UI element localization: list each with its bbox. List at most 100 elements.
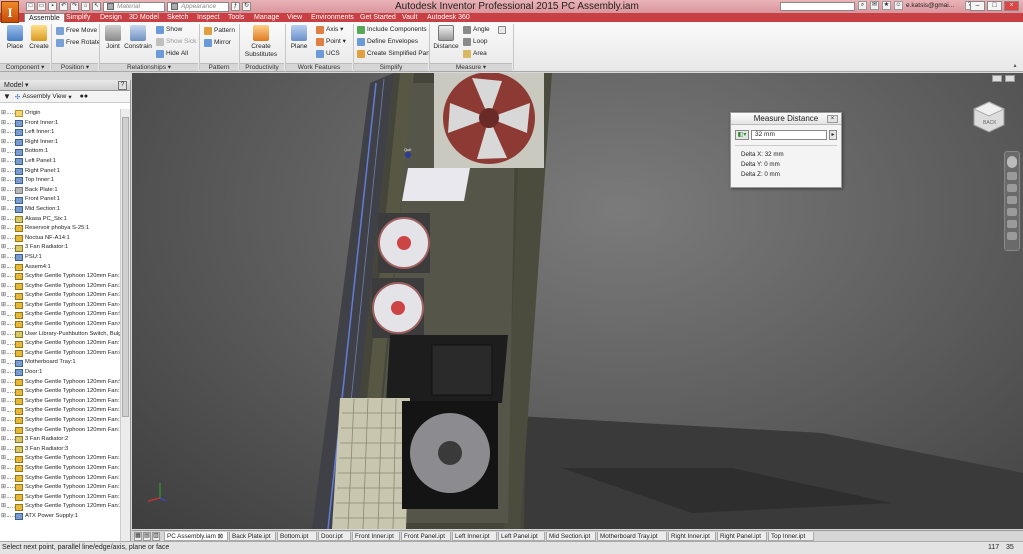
browser-tree-item[interactable]: ⊞ Back Plate:1 bbox=[0, 186, 120, 196]
free-move-button[interactable]: Free Move bbox=[56, 26, 97, 35]
doc-tab-right-panel[interactable]: Right Panel.ipt bbox=[717, 532, 767, 541]
place-button[interactable]: Place bbox=[4, 25, 26, 51]
filter-icon[interactable]: ▼ bbox=[3, 92, 11, 101]
material-dropdown[interactable]: Material bbox=[103, 1, 165, 12]
user-icon[interactable]: ☺ bbox=[894, 1, 903, 10]
browser-tree-item[interactable]: ⊞ Scythe Gentle Typhoon 120mm Fan:5 bbox=[0, 310, 120, 320]
constrain-button[interactable]: Constrain bbox=[124, 25, 152, 51]
browser-tree-item[interactable]: ⊞ 3 Fan Radiator:3 bbox=[0, 445, 120, 455]
expand-icon[interactable]: ⊞ bbox=[0, 368, 7, 378]
expand-icon[interactable]: ⊞ bbox=[0, 339, 7, 349]
ribbon-minimize-icon[interactable]: ▴ bbox=[1010, 62, 1020, 70]
show-sick-button[interactable]: Show Sick bbox=[156, 37, 196, 46]
update-icon[interactable]: ↻ bbox=[242, 2, 251, 11]
doc-tab-door[interactable]: Door.ipt bbox=[318, 532, 351, 541]
browser-tree-item[interactable]: ⊞ Scythe Gentle Typhoon 120mm Fan:1 bbox=[0, 474, 120, 484]
expand-icon[interactable]: ⊞ bbox=[0, 147, 7, 157]
appearance-dropdown[interactable]: Appearance bbox=[167, 1, 229, 12]
inventor-logo-icon[interactable]: I bbox=[1, 1, 19, 23]
browser-tree-item[interactable]: ⊞ Scythe Gentle Typhoon 120mm Fan:2 bbox=[0, 502, 120, 512]
home-icon[interactable]: ⌂ bbox=[81, 2, 90, 11]
expand-icon[interactable]: ⊞ bbox=[0, 416, 7, 426]
expand-icon[interactable]: ⊞ bbox=[0, 330, 7, 340]
expand-icon[interactable]: ⊞ bbox=[0, 483, 7, 493]
bottom-grille[interactable] bbox=[332, 398, 410, 529]
expand-icon[interactable]: ⊞ bbox=[0, 358, 7, 368]
expand-icon[interactable]: ⊞ bbox=[0, 243, 7, 253]
hide-all-button[interactable]: Hide All bbox=[156, 49, 188, 58]
axis-button[interactable]: Axis ▾ bbox=[316, 25, 343, 34]
doc-tab-right-inner[interactable]: Right Inner.ipt bbox=[668, 532, 716, 541]
browser-tree-item[interactable]: ⊞ Scythe Gentle Typhoon 120mm Fan:2 bbox=[0, 282, 120, 292]
measure-expand-arrow-icon[interactable]: ▸ bbox=[829, 130, 837, 140]
mirror-button[interactable]: Mirror bbox=[204, 38, 231, 47]
expand-icon[interactable]: ⊞ bbox=[0, 253, 7, 263]
expand-icon[interactable]: ⊞ bbox=[0, 445, 7, 455]
communication-center-icon[interactable]: ✉ bbox=[870, 1, 879, 10]
browser-tree-item[interactable]: ⊞ Top Inner:1 bbox=[0, 176, 120, 186]
browser-tree-item[interactable]: ⊞ Scythe Gentle Typhoon 120mm Fan:1 bbox=[0, 416, 120, 426]
browser-tree-item[interactable]: ⊞ Akasa PC_Six:1 bbox=[0, 215, 120, 225]
measure-panel-title[interactable]: Measure ▾ bbox=[430, 63, 512, 71]
measure-value-field[interactable]: 32 mm bbox=[751, 130, 827, 140]
browser-tree-item[interactable]: ⊞ Door:1 bbox=[0, 368, 120, 378]
browser-tree-item[interactable]: ⊞ PSU:1 bbox=[0, 253, 120, 263]
browser-tree-item[interactable]: ⊞ Scythe Gentle Typhoon 120mm Fan:4 bbox=[0, 301, 120, 311]
search-icon[interactable]: ⌕ bbox=[858, 1, 867, 10]
doc-tab-front-inner[interactable]: Front Inner.ipt bbox=[352, 532, 400, 541]
expand-icon[interactable]: ⊞ bbox=[0, 186, 7, 196]
expand-icon[interactable]: ⊞ bbox=[0, 272, 7, 282]
browser-tree-item[interactable]: ⊞ Reservoir phobya S-25:1 bbox=[0, 224, 120, 234]
expand-icon[interactable]: ⊞ bbox=[0, 119, 7, 129]
pan-icon[interactable] bbox=[1007, 172, 1017, 180]
measure-dialog-title[interactable]: Measure Distance bbox=[731, 113, 841, 125]
maximize-button[interactable]: □ bbox=[987, 1, 1002, 11]
expand-icon[interactable]: ⊞ bbox=[0, 435, 7, 445]
browser-tree-item[interactable]: ⊞ Scythe Gentle Typhoon 120mm Fan:1 bbox=[0, 464, 120, 474]
expand-icon[interactable]: ⊞ bbox=[0, 234, 7, 244]
browser-tree-item[interactable]: ⊞ Assem4:1 bbox=[0, 263, 120, 273]
browser-tree-item[interactable]: ⊞ Front Panel:1 bbox=[0, 195, 120, 205]
expand-icon[interactable]: ⊞ bbox=[0, 310, 7, 320]
productivity-panel-title[interactable]: Productivity bbox=[240, 63, 284, 71]
browser-tree-item[interactable]: ⊞ Scythe Gentle Typhoon 120mm Fan:1 bbox=[0, 397, 120, 407]
redo-icon[interactable]: ↷ bbox=[70, 2, 79, 11]
tab-get-started[interactable]: Get Started bbox=[360, 13, 396, 22]
browser-tree-item[interactable]: ⊞ Scythe Gentle Typhoon 120mm Fan:7 bbox=[0, 339, 120, 349]
show-button[interactable]: Show bbox=[156, 25, 182, 34]
expand-icon[interactable]: ⊞ bbox=[0, 215, 7, 225]
expand-icon[interactable]: ⊞ bbox=[0, 426, 7, 436]
new-icon[interactable]: □ bbox=[26, 2, 35, 11]
find-binoculars-icon[interactable]: ●● bbox=[80, 93, 88, 100]
include-components-button[interactable]: Include Components bbox=[357, 25, 427, 34]
browser-tree-item[interactable]: ⊞ Left Panel:1 bbox=[0, 157, 120, 167]
motherboard-tray[interactable] bbox=[402, 168, 470, 201]
create-simplified-part-button[interactable]: Create Simplified Part bbox=[357, 49, 430, 58]
create-substitutes-button[interactable]: Create Substitutes bbox=[243, 25, 279, 59]
tab-environments[interactable]: Environments bbox=[311, 13, 354, 22]
expand-icon[interactable]: ⊞ bbox=[0, 128, 7, 138]
doc-tab-mid-section[interactable]: Mid Section.ipt bbox=[546, 532, 596, 541]
expand-icon[interactable]: ⊞ bbox=[0, 406, 7, 416]
component-panel-title[interactable]: Component ▾ bbox=[0, 63, 50, 71]
expand-icon[interactable]: ⊞ bbox=[0, 320, 7, 330]
expand-icon[interactable]: ⊞ bbox=[0, 502, 7, 512]
zoom-icon[interactable] bbox=[1007, 184, 1017, 192]
expand-icon[interactable]: ⊞ bbox=[0, 282, 7, 292]
browser-tree-item[interactable]: ⊞ Scythe Gentle Typhoon 120mm Fan:3 bbox=[0, 291, 120, 301]
joint-button[interactable]: Joint bbox=[103, 25, 123, 51]
expand-icon[interactable]: ⊞ bbox=[0, 291, 7, 301]
browser-tree-item[interactable]: ⊞ Noctua NF-A14:1 bbox=[0, 234, 120, 244]
browser-tree-item[interactable]: ⊞ Scythe Gentle Typhoon 120mm Fan:1 bbox=[0, 454, 120, 464]
area-button[interactable]: Area bbox=[463, 49, 487, 58]
tile-documents-icon[interactable]: ▦ bbox=[134, 532, 142, 541]
assembly-view-dropdown[interactable]: ✣ Assembly View ▾ bbox=[15, 93, 72, 101]
close-button[interactable]: × bbox=[1004, 1, 1019, 11]
tab-simplify[interactable]: Simplify bbox=[66, 13, 91, 22]
browser-tree-item[interactable]: ⊞ Mid Section:1 bbox=[0, 205, 120, 215]
browser-tree-item[interactable]: ⊞ Right Inner:1 bbox=[0, 138, 120, 148]
browser-tree-item[interactable]: ⊞ 3 Fan Radiator:1 bbox=[0, 243, 120, 253]
browser-tree-item[interactable]: ⊞ Scythe Gentle Typhoon 120mm Fan:8 bbox=[0, 349, 120, 359]
pattern-panel-title[interactable]: Pattern bbox=[200, 63, 238, 71]
full-navigation-icon[interactable] bbox=[1007, 220, 1017, 228]
